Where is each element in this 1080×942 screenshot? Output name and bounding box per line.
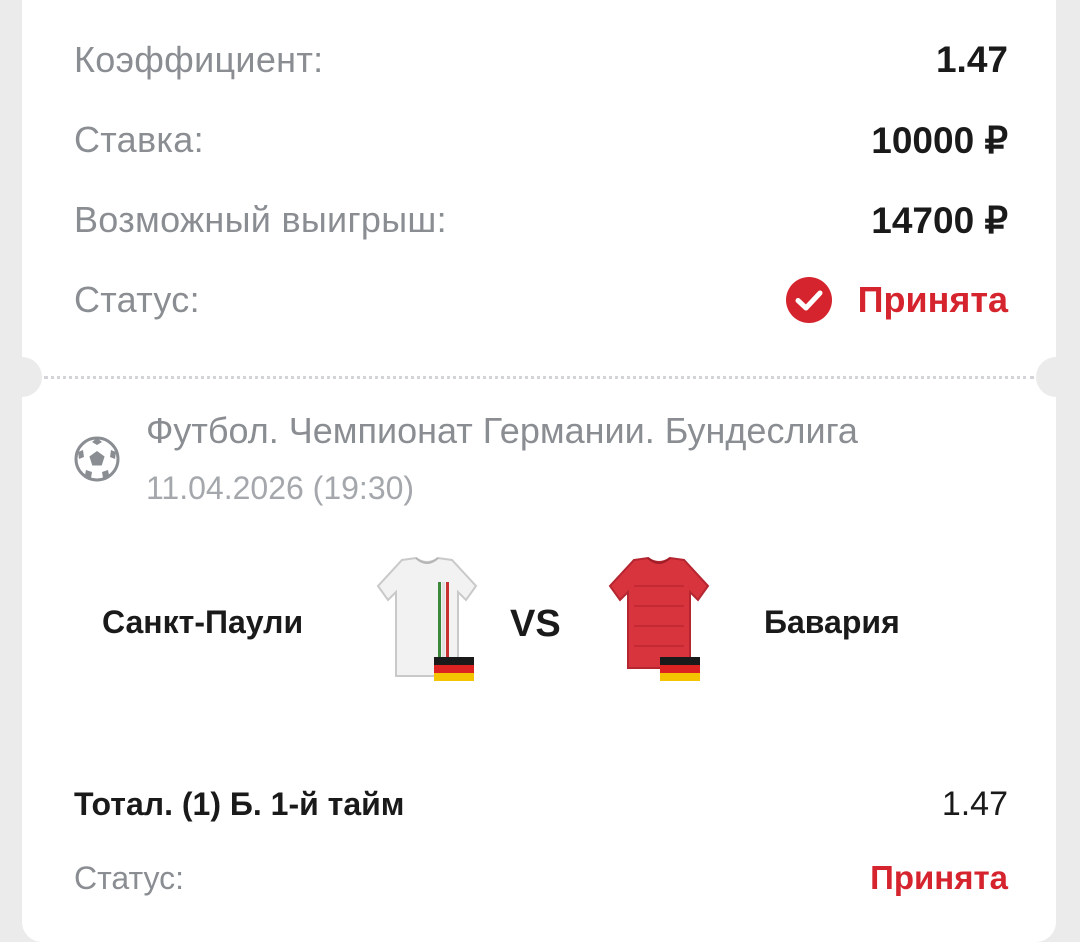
stake-label: Ставка: [74, 119, 204, 160]
home-team-jersey-icon [376, 556, 478, 681]
status-indicator: Принята [785, 276, 1008, 324]
ticket-divider [44, 376, 1034, 379]
status-value: Принята [857, 279, 1008, 320]
coef-label: Коэффициент: [74, 39, 324, 80]
status-label: Статус: [74, 279, 200, 320]
ticket-notch-right [1036, 357, 1056, 397]
stake-row: Ставка: 10000 ₽ [74, 110, 1008, 170]
possible-win-row: Возможный выигрыш: 14700 ₽ [74, 190, 1008, 250]
ticket-notch-left [22, 357, 42, 397]
stake-value: 10000 ₽ [871, 119, 1008, 161]
coef-row: Коэффициент: 1.47 [74, 30, 1008, 90]
germany-flag-icon [434, 657, 474, 681]
versus-label: VS [510, 603, 561, 645]
check-circle-icon [785, 277, 832, 323]
status-row: Статус: Принята [74, 270, 1008, 330]
selection-market: Тотал. (1) Б. 1-й тайм [74, 785, 405, 822]
possible-win-label: Возможный выигрыш: [74, 199, 447, 240]
match-datetime: 11.04.2026 (19:30) [146, 470, 415, 506]
selection-status-row: Статус: Принята [74, 848, 1008, 908]
bet-card: Коэффициент: 1.47 Ставка: 10000 ₽ Возмож… [22, 0, 1056, 942]
selection-coef: 1.47 [941, 784, 1008, 823]
soccer-ball-icon [74, 436, 120, 482]
away-team-name: Бавария [764, 604, 900, 640]
league-name: Футбол. Чемпионат Германии. Бундеслига [146, 410, 858, 451]
coef-value: 1.47 [935, 39, 1008, 80]
possible-win-value: 14700 ₽ [871, 199, 1008, 241]
germany-flag-icon [660, 657, 700, 681]
away-team-jersey-icon [608, 556, 710, 681]
selection-status-value: Принята [870, 859, 1008, 896]
selection-row: Тотал. (1) Б. 1-й тайм 1.47 [74, 774, 1008, 834]
home-team-name: Санкт-Паули [102, 604, 304, 640]
selection-status-label: Статус: [74, 859, 185, 896]
